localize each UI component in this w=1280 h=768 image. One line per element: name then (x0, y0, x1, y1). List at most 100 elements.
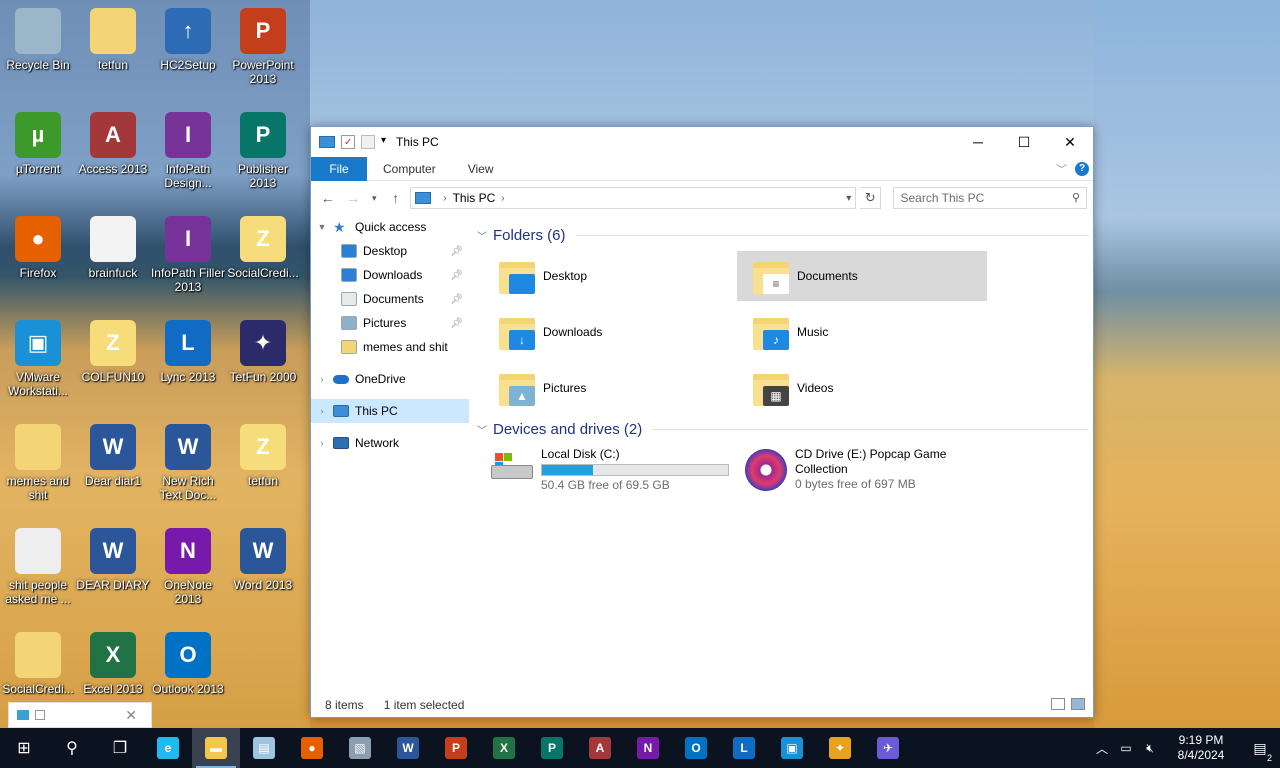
nav-this-pc[interactable]: › This PC (311, 399, 469, 423)
nav-quick-access-item[interactable]: Desktop 📌︎ (311, 239, 469, 263)
desktop-icon[interactable]: W Word 2013 (225, 522, 301, 592)
customize-qat-icon[interactable]: ▾ (381, 135, 386, 149)
desktop-icon[interactable]: W DEAR DIARY (75, 522, 151, 592)
taskbar-button[interactable]: ⊞ (0, 728, 48, 768)
minimize-button[interactable]: ─ (955, 127, 1001, 157)
nav-quick-access-item[interactable]: Pictures 📌︎ (311, 311, 469, 335)
desktop-icon[interactable]: P Publisher 2013 (225, 106, 301, 190)
folder-tile[interactable]: Desktop (483, 251, 733, 301)
show-hidden-icons-icon[interactable]: ︿ (1090, 740, 1114, 757)
taskbar-button[interactable]: O (672, 728, 720, 768)
collapsed-chevron-icon[interactable]: › (311, 438, 333, 448)
recent-locations-button[interactable]: ▾ (367, 193, 381, 204)
desktop-icon[interactable]: Ztetfun (225, 418, 301, 488)
desktop-icon[interactable]: Recycle Bin (0, 2, 76, 72)
desktop-icon[interactable]: ▣ VMware Workstati... (0, 314, 76, 398)
taskbar-button[interactable]: ⚲ (48, 728, 96, 768)
desktop-icon[interactable]: tetfun (75, 2, 151, 72)
desktop-icon[interactable]: brainfuck (75, 210, 151, 280)
volume-muted-icon[interactable]: 🔇︎ (1138, 741, 1162, 756)
collapsed-chevron-icon[interactable]: › (311, 406, 333, 416)
desktop-icon[interactable]: N OneNote 2013 (150, 522, 226, 606)
back-button[interactable]: ← (317, 190, 338, 206)
window-titlebar[interactable]: ✓ ▾ This PC ─ ☐ ✕ (311, 127, 1093, 157)
nav-quick-access[interactable]: ▼ ★ Quick access (311, 215, 469, 239)
folder-tile[interactable]: ♪ Music (737, 307, 987, 357)
taskbar-thumbnail-preview[interactable]: ✕ (8, 702, 152, 728)
tab-view[interactable]: View (452, 157, 510, 181)
desktop-icon[interactable]: SocialCredi... (0, 626, 76, 696)
taskbar-button[interactable]: L (720, 728, 768, 768)
properties-icon[interactable]: ✓ (341, 135, 355, 149)
taskbar-button[interactable]: ▤ (240, 728, 288, 768)
nav-network[interactable]: › Network (311, 431, 469, 455)
search-input[interactable]: Search This PC (900, 191, 984, 205)
desktop-icon[interactable]: L Lync 2013 (150, 314, 226, 384)
desktop-icon[interactable]: ● Firefox (0, 210, 76, 280)
devices-group-header[interactable]: ﹀ Devices and drives (2) (477, 417, 1089, 441)
collapsed-chevron-icon[interactable]: › (311, 374, 333, 384)
nav-quick-access-item[interactable]: memes and shit (311, 335, 469, 359)
taskbar-button[interactable]: e (144, 728, 192, 768)
desktop-icon[interactable]: W New Rich Text Doc... (150, 418, 226, 502)
desktop-icon[interactable]: I InfoPath Filler 2013 (150, 210, 226, 294)
taskbar-button[interactable]: ▧ (336, 728, 384, 768)
pin-icon[interactable]: 📌︎ (450, 294, 463, 305)
taskbar-button[interactable]: ▣ (768, 728, 816, 768)
desktop-icon[interactable]: µ µTorrent (0, 106, 76, 176)
up-button[interactable]: ↑ (385, 190, 406, 206)
desktop-icon[interactable]: P PowerPoint 2013 (225, 2, 301, 86)
pin-icon[interactable]: 📌︎ (450, 246, 463, 257)
desktop-icon[interactable]: Z COLFUN10 (75, 314, 151, 384)
chevron-down-icon[interactable]: ﹀ (477, 228, 487, 243)
desktop-icon[interactable]: memes and shit (0, 418, 76, 502)
taskbar-button[interactable]: X (480, 728, 528, 768)
taskbar-button[interactable]: ▬ (192, 728, 240, 768)
desktop-icon[interactable]: I InfoPath Design... (150, 106, 226, 190)
folder-tile[interactable]: ≡ Documents (737, 251, 987, 301)
desktop-icon[interactable]: X Excel 2013 (75, 626, 151, 696)
nav-quick-access-item[interactable]: Documents 📌︎ (311, 287, 469, 311)
breadcrumb-this-pc[interactable]: This PC (453, 191, 496, 205)
nav-quick-access-item[interactable]: Downloads 📌︎ (311, 263, 469, 287)
breadcrumb-separator-icon[interactable]: › (443, 193, 446, 204)
folder-tile[interactable]: ▲ Pictures (483, 363, 733, 413)
taskbar-button[interactable]: ● (288, 728, 336, 768)
search-box[interactable]: Search This PC ⚲ (893, 187, 1087, 209)
desktop-icon[interactable]: A Access 2013 (75, 106, 151, 176)
pin-icon[interactable]: 📌︎ (450, 318, 463, 329)
desktop-icon[interactable]: ↑ HC2Setup (150, 2, 226, 72)
taskbar-button[interactable]: ✈ (864, 728, 912, 768)
chevron-down-icon[interactable]: ﹀ (477, 422, 487, 437)
desktop-icon[interactable]: Z SocialCredi... (225, 210, 301, 280)
breadcrumb-separator-icon[interactable]: › (501, 193, 504, 204)
desktop-icon[interactable]: W Dear diar1 (75, 418, 151, 488)
maximize-button[interactable]: ☐ (1001, 127, 1047, 157)
new-folder-icon[interactable] (361, 135, 375, 149)
desktop-icon[interactable]: O Outlook 2013 (150, 626, 226, 696)
taskbar-button[interactable]: A (576, 728, 624, 768)
tab-computer[interactable]: Computer (367, 157, 452, 181)
expanded-chevron-icon[interactable]: ▼ (311, 222, 333, 232)
pin-icon[interactable]: 📌︎ (450, 270, 463, 281)
address-bar[interactable]: › This PC › ▾ (410, 187, 857, 209)
refresh-button[interactable]: ↻ (860, 187, 882, 209)
folder-tile[interactable]: ↓ Downloads (483, 307, 733, 357)
action-center-button[interactable]: ▤ 2 (1240, 740, 1280, 763)
tab-file[interactable]: File (311, 156, 367, 181)
clock[interactable]: 9:19 PM 8/4/2024 (1162, 733, 1240, 763)
drive-local-disk-c[interactable]: Local Disk (C:) 50.4 GB free of 69.5 GB (477, 447, 729, 501)
folders-group-header[interactable]: ﹀ Folders (6) (477, 223, 1089, 247)
details-view-icon[interactable] (1051, 698, 1065, 710)
forward-button[interactable]: → (342, 190, 363, 206)
folder-tile[interactable]: ▦ Videos (737, 363, 987, 413)
close-button[interactable]: ✕ (1047, 127, 1093, 157)
taskbar-button[interactable]: P (528, 728, 576, 768)
desktop-icon[interactable]: ✦ TetFun 2000 (225, 314, 301, 384)
drive-cd-e[interactable]: CD Drive (E:) Popcap Game Collection 0 b… (731, 447, 965, 501)
expand-ribbon-icon[interactable]: ﹀ (1056, 161, 1067, 177)
help-icon[interactable]: ? (1075, 162, 1089, 176)
taskbar-button[interactable]: N (624, 728, 672, 768)
taskbar-button[interactable]: P (432, 728, 480, 768)
taskbar-button[interactable]: W (384, 728, 432, 768)
